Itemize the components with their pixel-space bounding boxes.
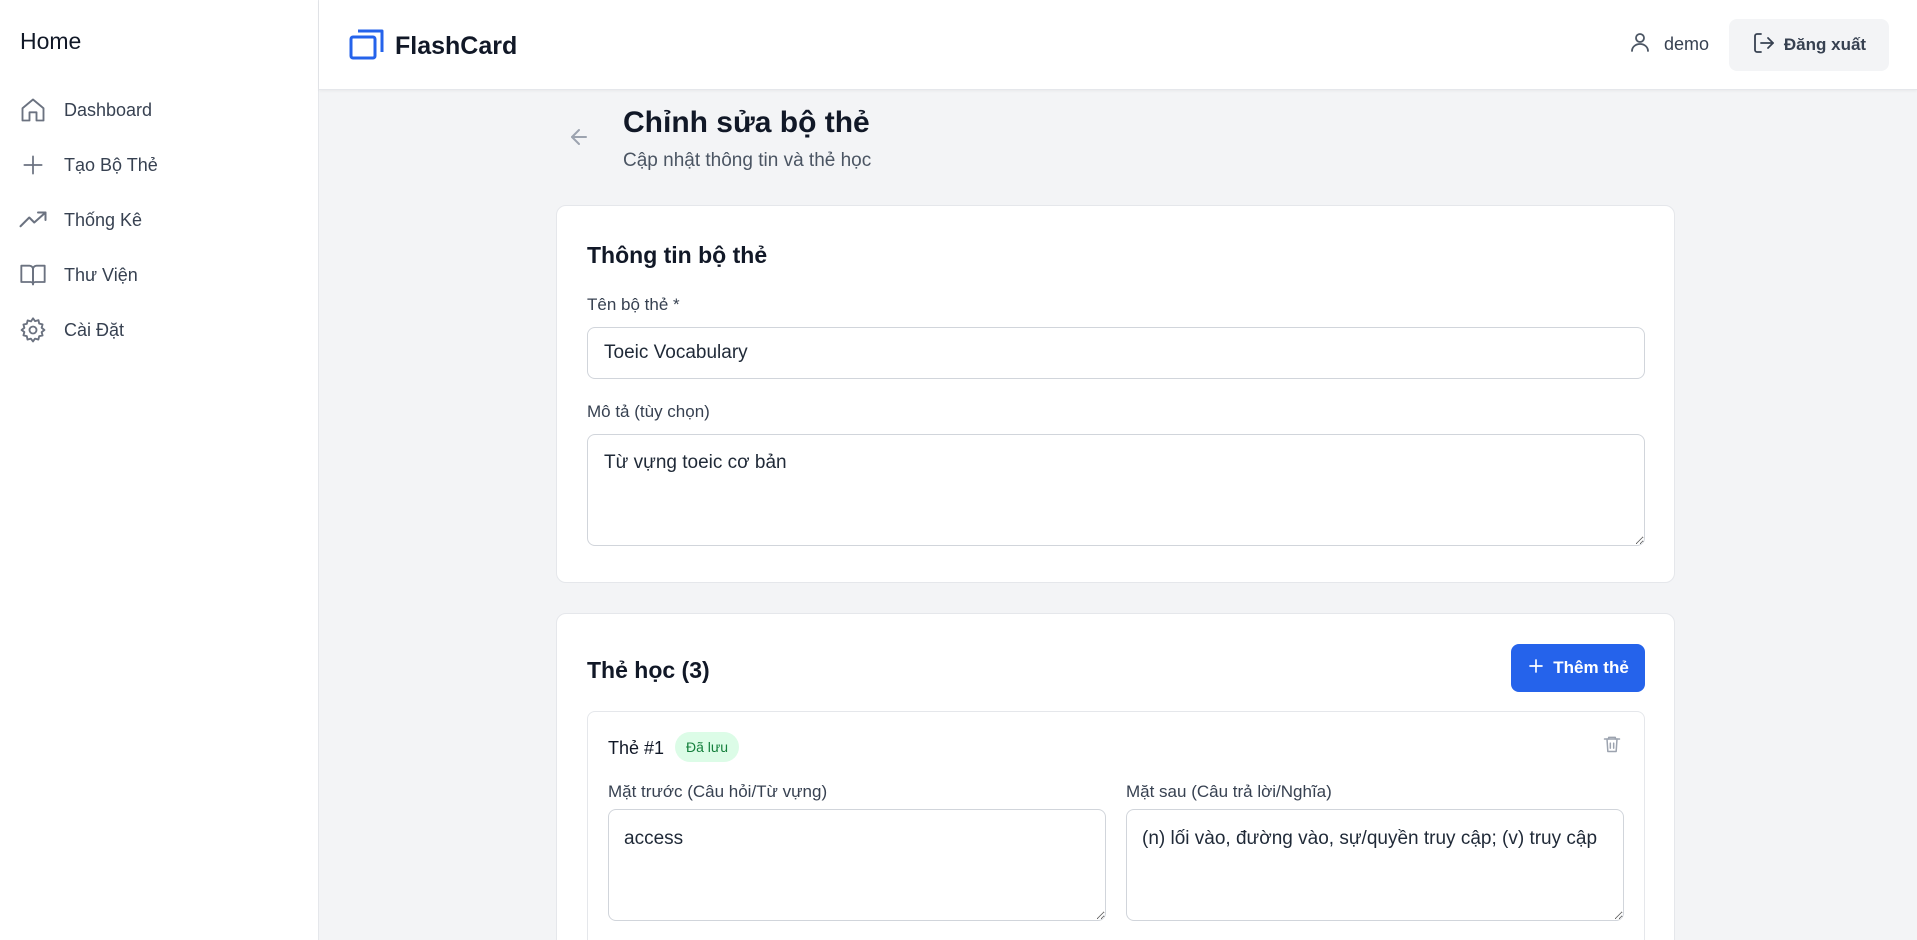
description-textarea[interactable]: Từ vựng toeic cơ bản xyxy=(587,434,1645,546)
cards-logo-icon xyxy=(349,28,385,65)
sidebar-item-label: Dashboard xyxy=(64,99,153,120)
trending-up-icon xyxy=(18,205,48,235)
deck-name-label: Tên bộ thẻ * xyxy=(587,295,680,314)
saved-status-badge: Đã lưu xyxy=(675,732,740,762)
arrow-left-icon xyxy=(567,125,591,154)
card-number: Thẻ #1 xyxy=(608,738,665,758)
description-label: Mô tả (tùy chọn) xyxy=(587,402,710,421)
home-icon xyxy=(18,95,48,125)
sidebar-item-library[interactable]: Thư Viện xyxy=(18,255,298,295)
sidebar-item-label: Thống Kê xyxy=(64,209,143,230)
user-menu[interactable]: demo xyxy=(1628,30,1709,59)
logout-button[interactable]: Đăng xuất xyxy=(1729,19,1889,71)
trash-icon xyxy=(1602,734,1622,759)
sidebar-item-label: Tạo Bộ Thẻ xyxy=(64,154,158,175)
top-header: FlashCard demo Đăng xuất xyxy=(319,0,1917,90)
sidebar-item-create-deck[interactable]: Tạo Bộ Thẻ xyxy=(18,145,298,185)
gear-icon xyxy=(18,315,48,345)
sidebar-item-settings[interactable]: Cài Đặt xyxy=(18,310,298,350)
sidebar: Home Dashboard Tạo Bộ Thẻ Thống Kê Thư V… xyxy=(0,0,319,940)
page-subtitle: Cập nhật thông tin và thẻ học xyxy=(623,150,872,171)
book-icon xyxy=(18,260,48,290)
brand[interactable]: FlashCard xyxy=(349,28,517,65)
cards-section: Thẻ học (3) Thêm thẻ Thẻ #1 Đã lưu Mặt t… xyxy=(556,613,1675,940)
deck-info-card: Thông tin bộ thẻ Tên bộ thẻ * Mô tả (tùy… xyxy=(556,205,1675,583)
flashcard-item: Thẻ #1 Đã lưu Mặt trước (Câu hỏi/Từ vựng… xyxy=(587,711,1645,940)
add-card-button[interactable]: Thêm thẻ xyxy=(1511,644,1645,692)
front-textarea[interactable]: access xyxy=(608,809,1106,921)
deck-name-input[interactable] xyxy=(587,327,1645,379)
page-title: Chỉnh sửa bộ thẻ xyxy=(623,106,870,139)
plus-icon xyxy=(1527,657,1545,680)
user-name: demo xyxy=(1663,34,1709,54)
logout-label: Đăng xuất xyxy=(1783,35,1867,54)
sidebar-item-label: Cài Đặt xyxy=(64,319,125,340)
deck-info-heading: Thông tin bộ thẻ xyxy=(587,242,768,268)
sidebar-item-dashboard[interactable]: Dashboard xyxy=(18,90,298,130)
back-label: Mặt sau (Câu trả lời/Nghĩa) xyxy=(1126,782,1332,801)
back-textarea[interactable]: (n) lối vào, đường vào, sự/quyền truy cậ… xyxy=(1126,809,1624,921)
sidebar-title[interactable]: Home xyxy=(20,28,81,55)
sidebar-item-label: Thư Viện xyxy=(64,264,138,285)
brand-name: FlashCard xyxy=(395,32,518,60)
cards-heading: Thẻ học (3) xyxy=(587,657,710,683)
plus-icon xyxy=(18,150,48,180)
front-label: Mặt trước (Câu hỏi/Từ vựng) xyxy=(608,782,828,801)
logout-icon xyxy=(1752,31,1776,60)
user-icon xyxy=(1628,30,1652,59)
sidebar-item-statistics[interactable]: Thống Kê xyxy=(18,200,298,240)
delete-card-button[interactable] xyxy=(1596,730,1628,762)
add-card-label: Thêm thẻ xyxy=(1553,658,1629,677)
back-button[interactable] xyxy=(556,116,602,162)
